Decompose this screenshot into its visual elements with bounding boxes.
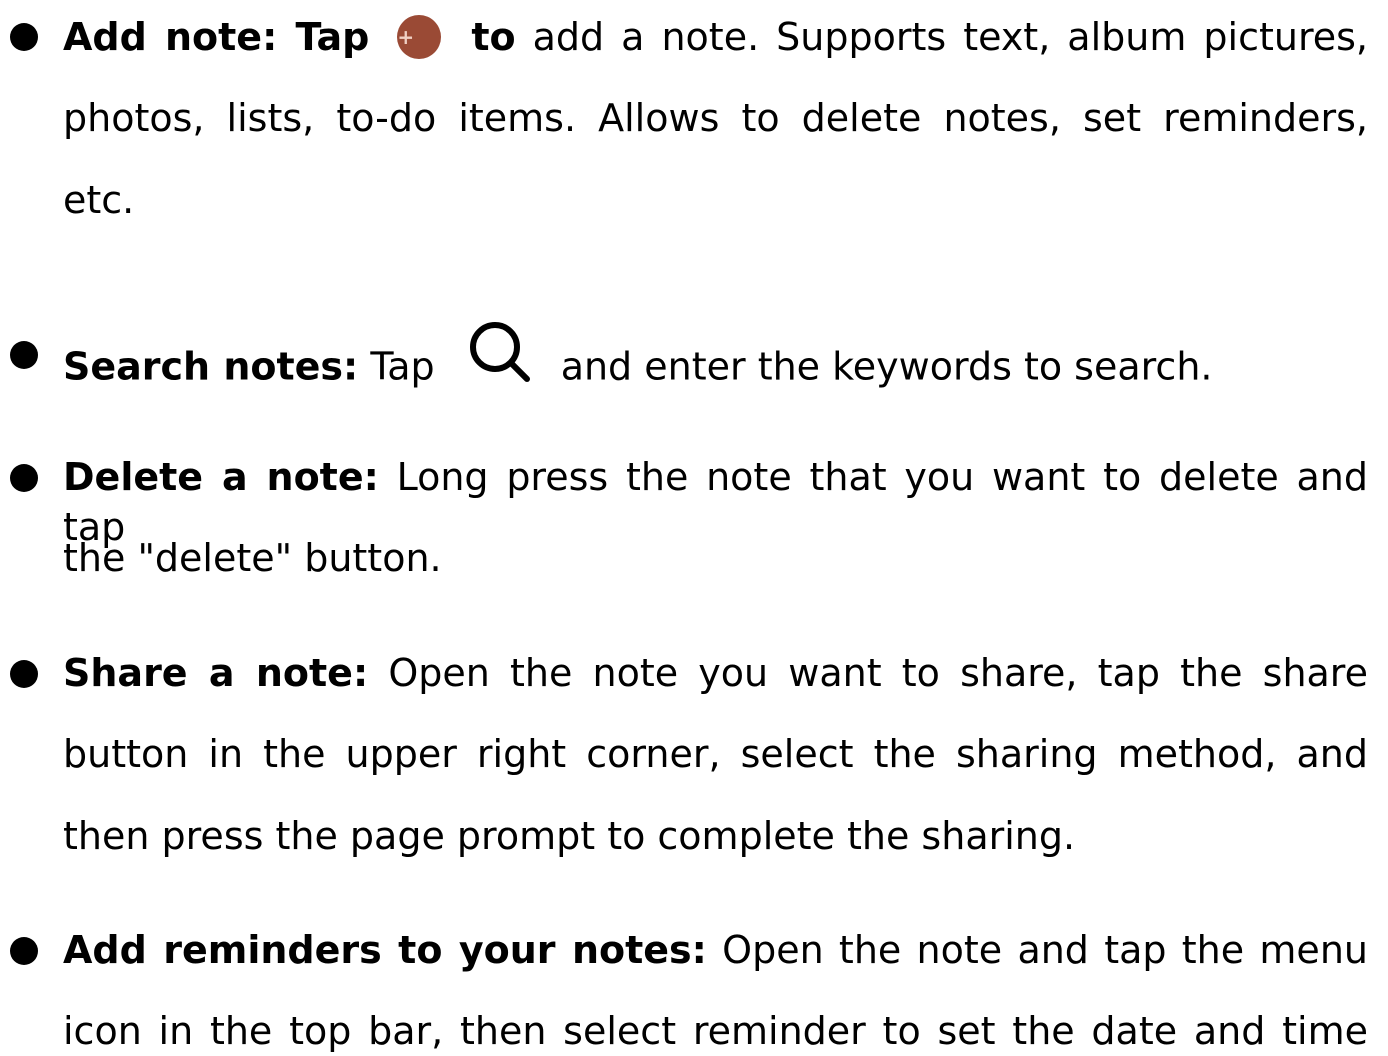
search-icon [469,322,530,382]
search-notes-title: Search notes: [63,344,359,389]
delete-note-title: Delete a note: [63,455,379,499]
add-note-text-1: add a note. Supports text, album picture… [532,15,1368,59]
add-note-line-3: etc. [63,175,1368,225]
add-note-icon [397,14,442,59]
share-note-line-3: then press the page prompt to complete t… [63,811,1368,861]
bullet [10,937,38,965]
share-note-title: Share a note: [63,651,369,695]
add-reminders-line-1: Add reminders to your notes: Open the no… [63,925,1368,975]
share-note-text-3: then press the page prompt to complete t… [63,814,1076,858]
bullet [10,341,38,369]
bullet [10,23,38,51]
bullet [10,660,38,688]
add-note-text-2: photos, lists, to-do items. Allows to de… [63,96,1368,140]
add-reminders-title: Add reminders to your notes: [63,928,707,972]
add-reminders-text-2: icon in the top bar, then select reminde… [63,1009,1368,1053]
add-note-title-after: to [471,15,516,59]
add-note-line-2: photos, lists, to-do items. Allows to de… [63,93,1368,143]
add-reminders-line-2: icon in the top bar, then select reminde… [63,1006,1368,1056]
share-note-text-2: button in the upper right corner, select… [63,732,1368,776]
add-reminders-text-1: Open the note and tap the menu [722,928,1368,972]
add-note-line-1: Add note: Tap to add a note. Supports tex… [63,12,1368,62]
search-notes-line-1: Search notes: Tap and enter the keywords… [63,322,1368,409]
share-note-line-1: Share a note: Open the note you want to … [63,648,1368,698]
search-notes-text-after: and enter the keywords to search. [560,344,1213,389]
delete-note-line-2: the "delete" button. [63,533,1368,583]
add-note-text-3: etc. [63,178,135,222]
bullet [10,464,38,492]
share-note-text-1: Open the note you want to share, tap the… [388,651,1368,695]
add-note-title: Add note: Tap [63,15,370,59]
delete-note-text-2: the "delete" button. [63,536,442,580]
search-notes-text-before: Tap [370,344,435,389]
share-note-line-2: button in the upper right corner, select… [63,729,1368,779]
